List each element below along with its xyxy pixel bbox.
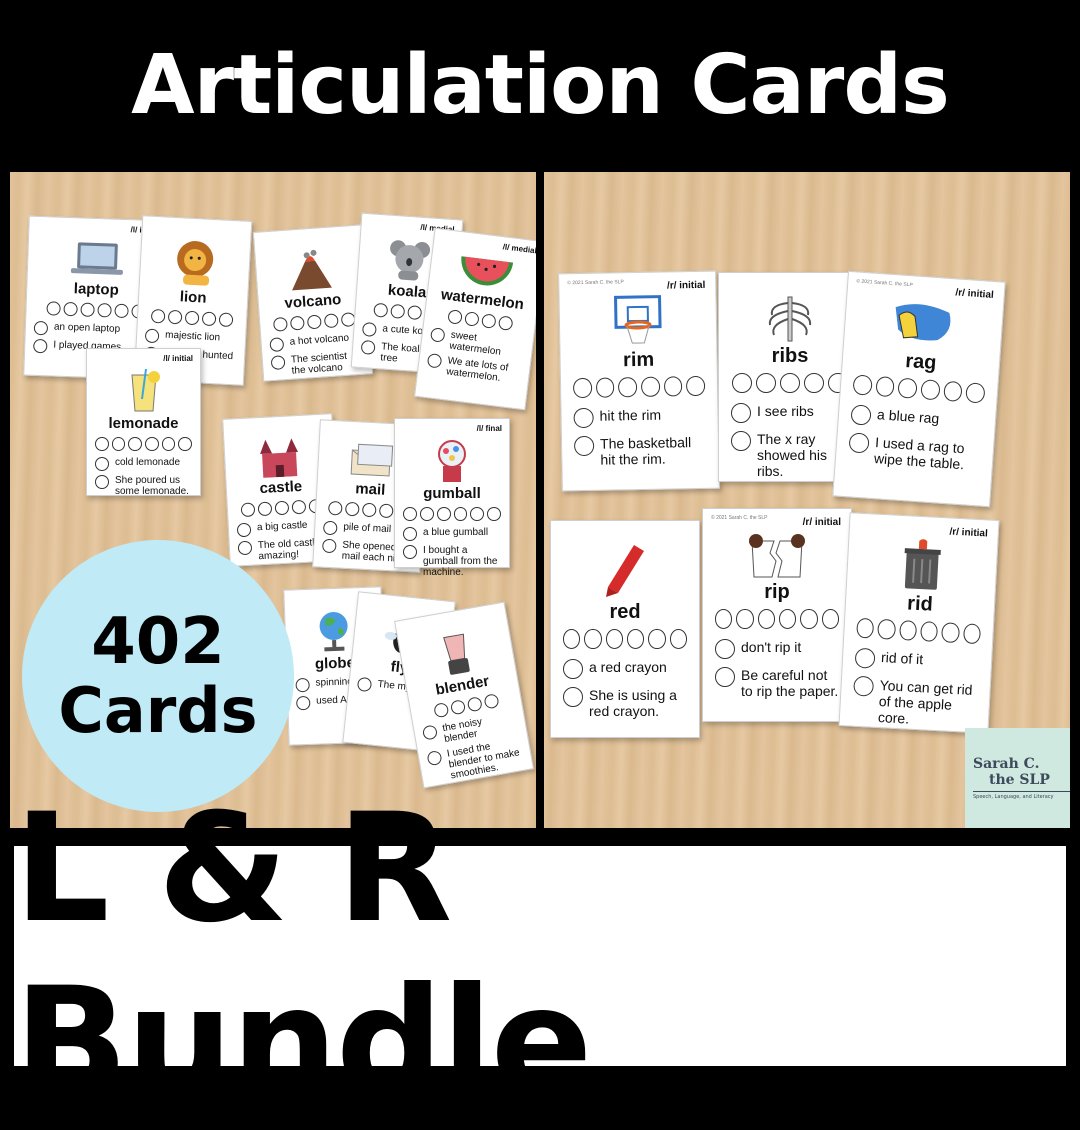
card-tag: /r/ initial	[949, 526, 989, 540]
card-tag: /l/ final	[476, 424, 502, 433]
card-rip: © 2021 Sarah C. the SLP /r/ initial rip …	[702, 508, 852, 722]
phrase-line: a red crayon	[563, 659, 687, 679]
card-copyright: © 2021 Sarah C. the SLP	[711, 515, 768, 521]
sentence-line: The x ray showed his ribs.	[731, 431, 849, 479]
sentence-line: I bought a gumball from the machine.	[403, 545, 501, 578]
card-word: castle	[259, 477, 303, 498]
card-tag: /l/ medial	[502, 242, 536, 256]
card-word: gumball	[423, 485, 481, 502]
badge-count: 402	[91, 604, 225, 679]
lion-icon	[177, 241, 214, 286]
sentence-line: I used a rag to wipe the table.	[848, 432, 982, 473]
sentence-line: She poured us some lemonade.	[95, 475, 192, 497]
phrase-line: rid of it	[855, 648, 980, 674]
phrase-line: hit the rim	[573, 406, 705, 428]
phrase-line: a blue rag	[850, 404, 983, 433]
card-copyright: © 2021 Sarah C. the SLP	[567, 279, 624, 287]
practice-circles	[731, 373, 849, 393]
card-word: lemonade	[108, 415, 179, 432]
title-banner: Articulation Cards	[0, 0, 1080, 170]
card-tag: /r/ initial	[666, 279, 706, 292]
crayon-icon	[606, 545, 644, 597]
trash-can-icon	[904, 539, 941, 590]
laptop-icon	[70, 242, 123, 275]
card-word: rag	[904, 350, 938, 375]
card-word: ribs	[771, 345, 809, 367]
phrase-line: majestic lion	[145, 329, 238, 348]
card-tag: /r/ initial	[955, 287, 995, 301]
castle-icon	[260, 438, 299, 478]
card-red: red a red crayon She is using a red cray…	[550, 520, 700, 738]
phrase-line: I see ribs	[731, 403, 849, 423]
volcano-icon	[292, 249, 332, 291]
watermelon-icon	[461, 256, 514, 286]
card-rim: © 2021 Sarah C. the SLP /r/ initial rim …	[558, 270, 720, 492]
card-word: volcano	[284, 291, 342, 312]
card-copyright: © 2021 Sarah C. the SLP	[856, 278, 913, 289]
blender-icon	[443, 633, 470, 675]
logo-line-1: Sarah C.	[973, 756, 1040, 772]
phrase-line: a blue gumball	[403, 527, 501, 541]
card-word: red	[609, 601, 641, 623]
bundle-title-box: L & R Bundle	[10, 782, 1070, 1130]
gumball-machine-icon	[438, 440, 466, 482]
card-rid: /r/ initial rid rid of it You can get ri…	[838, 512, 1000, 734]
card-word: rip	[764, 581, 790, 603]
mail-icon	[350, 443, 394, 477]
card-gumball: /l/ final gumball a blue gumball I bough…	[394, 418, 510, 578]
card-word: rid	[906, 592, 934, 616]
card-blender: blender the noisy blender I used the ble…	[394, 601, 534, 789]
badge-label: Cards	[58, 674, 258, 748]
sentence-line: Be careful not to rip the paper.	[715, 667, 839, 699]
practice-circles	[572, 375, 706, 399]
page-title: Articulation Cards	[131, 37, 950, 133]
practice-circles	[146, 308, 239, 328]
koala-icon	[390, 240, 431, 281]
card-lemonade: /l/ initial lemonade cold lemonade She p…	[86, 348, 201, 497]
card-rag: © 2021 Sarah C. the SLP /r/ initial rag …	[832, 270, 1006, 508]
card-count-badge: 402 Cards	[22, 540, 294, 812]
basketball-hoop-icon	[614, 295, 662, 344]
bundle-title: L & R Bundle	[14, 782, 592, 1130]
rag-icon	[895, 304, 951, 341]
lemonade-icon	[130, 369, 160, 412]
card-word: lion	[179, 288, 207, 307]
practice-circles	[563, 629, 687, 649]
sentence-line: The basketball hit the rim.	[574, 434, 707, 468]
phrase-line: cold lemonade	[95, 457, 192, 471]
torn-paper-icon	[749, 534, 805, 578]
practice-circles	[715, 609, 839, 629]
practice-circles	[268, 312, 361, 332]
sentence-line: You can get rid of the apple core.	[852, 676, 978, 730]
card-tag: /l/ initial	[163, 354, 193, 363]
sentence-line: She is using a red crayon.	[563, 687, 687, 719]
practice-circles	[852, 374, 986, 404]
phrase-line: a hot volcano	[269, 332, 362, 352]
globe-icon	[319, 612, 348, 652]
card-word: rim	[622, 348, 655, 372]
practice-circles	[94, 437, 193, 451]
card-tag: /r/ initial	[802, 517, 841, 528]
ribcage-icon	[768, 296, 812, 342]
practice-circles	[403, 507, 501, 521]
phrase-line: don't rip it	[715, 639, 839, 659]
practice-circles	[856, 617, 982, 645]
card-watermelon: /l/ medial watermelon sweet watermelon W…	[414, 227, 536, 411]
